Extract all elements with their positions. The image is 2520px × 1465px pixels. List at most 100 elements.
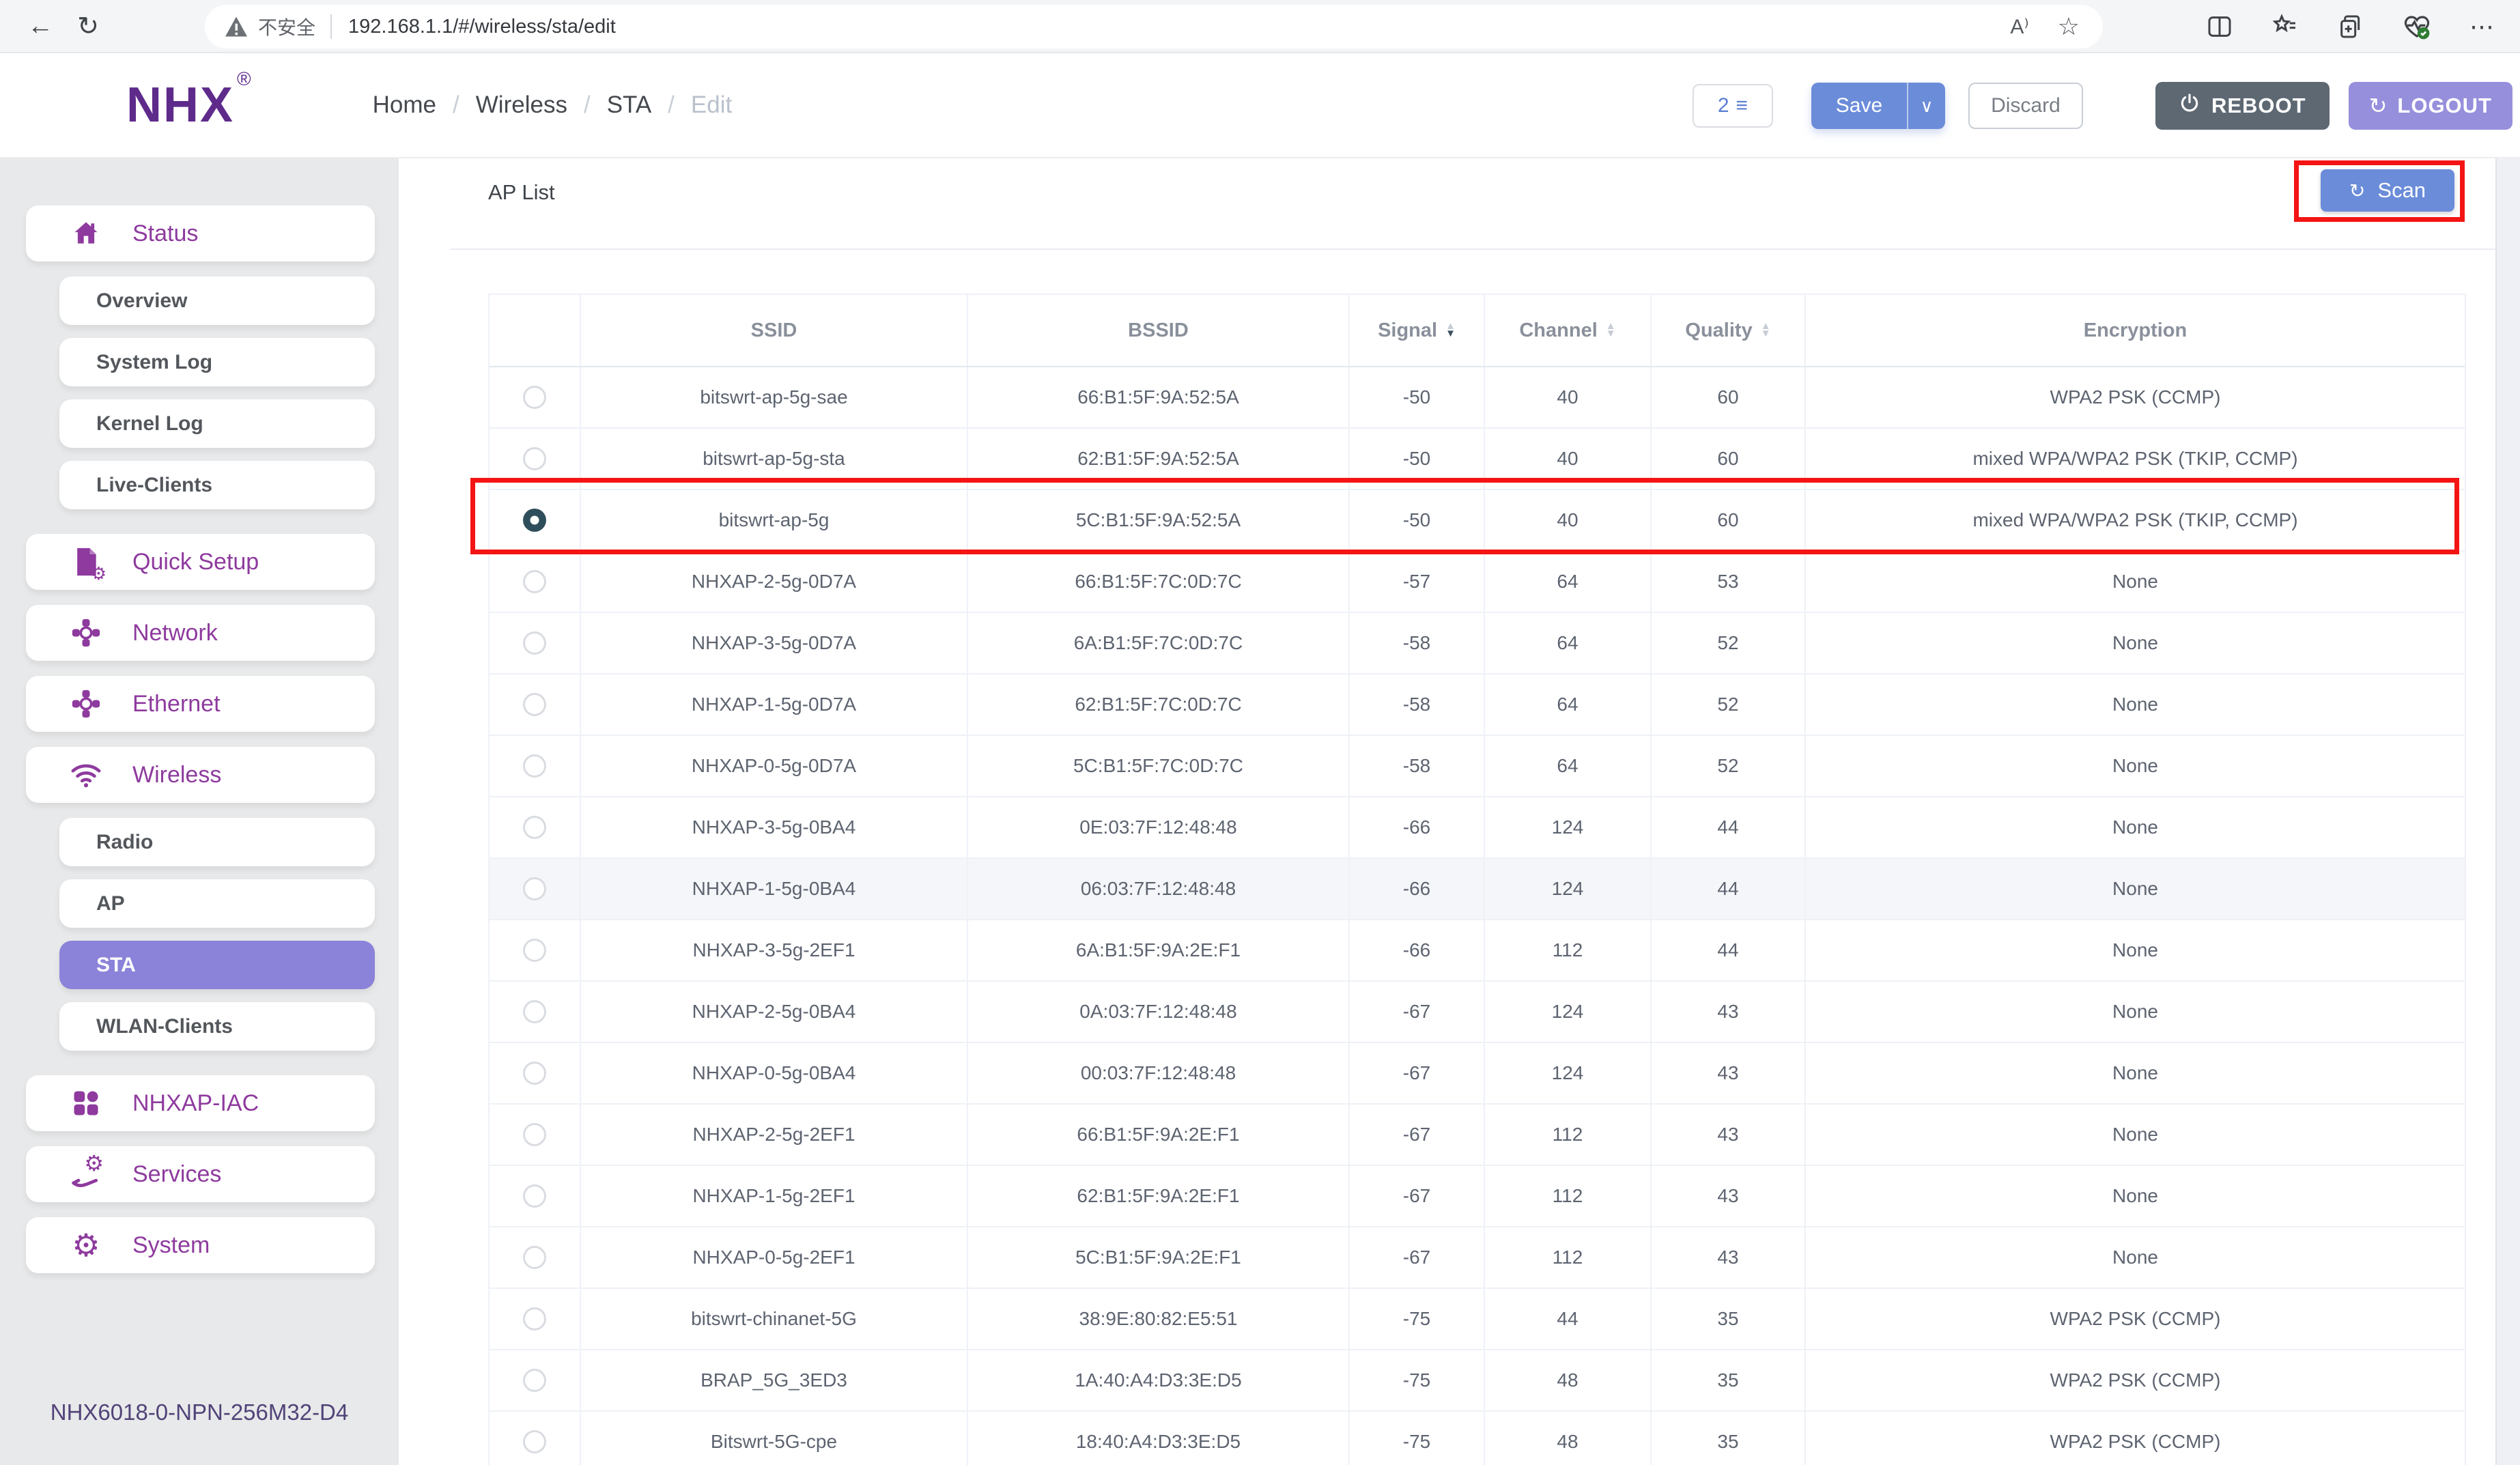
table-row[interactable]: NHXAP-2-5g-0BA4 0A:03:7F:12:48:48 -67 12… xyxy=(490,982,2465,1043)
row-radio-cell[interactable] xyxy=(490,367,581,427)
scan-button[interactable]: ↻ Scan xyxy=(2321,169,2454,212)
radio-button[interactable] xyxy=(523,1184,546,1208)
row-radio-cell[interactable] xyxy=(490,1227,581,1288)
radio-button[interactable] xyxy=(523,509,546,532)
radio-button[interactable] xyxy=(523,877,546,900)
radio-button[interactable] xyxy=(523,447,546,470)
favorites-hub-icon[interactable] xyxy=(2271,13,2299,40)
sort-icons[interactable]: ▲▼ xyxy=(1445,323,1456,338)
sidebar-item-ap[interactable]: AP xyxy=(59,879,375,928)
radio-button[interactable] xyxy=(523,1430,546,1453)
row-radio-cell[interactable] xyxy=(490,1105,581,1165)
row-radio-cell[interactable] xyxy=(490,552,581,612)
sidebar-item-nhxap-iac[interactable]: NHXAP-IAC xyxy=(26,1075,375,1131)
radio-button[interactable] xyxy=(523,1307,546,1331)
radio-button[interactable] xyxy=(523,1369,546,1392)
table-row[interactable]: NHXAP-2-5g-2EF1 66:B1:5F:9A:2E:F1 -67 11… xyxy=(490,1105,2465,1166)
logout-button[interactable]: ↻ LOGOUT xyxy=(2349,82,2512,130)
table-row[interactable]: bitswrt-ap-5g-sta 62:B1:5F:9A:52:5A -50 … xyxy=(490,429,2465,490)
nhx-logo[interactable]: NHX® xyxy=(126,77,250,133)
breadcrumb-sta[interactable]: STA xyxy=(607,91,651,119)
sidebar-item-live-clients[interactable]: Live-Clients xyxy=(59,461,375,509)
pending-changes-button[interactable]: 2 ≡ xyxy=(1693,84,1773,128)
radio-button[interactable] xyxy=(523,386,546,409)
address-bar[interactable]: 不安全 192.168.1.1/#/wireless/sta/edit A⁾ ☆ xyxy=(205,5,2103,48)
sidebar-item-system-log[interactable]: System Log xyxy=(59,338,375,386)
sidebar-item-quick-setup[interactable]: ⚙ Quick Setup xyxy=(26,534,375,590)
radio-button[interactable] xyxy=(523,1000,546,1023)
table-row[interactable]: NHXAP-3-5g-0D7A 6A:B1:5F:7C:0D:7C -58 64… xyxy=(490,613,2465,674)
row-radio-cell[interactable] xyxy=(490,674,581,735)
row-radio-cell[interactable] xyxy=(490,429,581,489)
row-radio-cell[interactable] xyxy=(490,490,581,550)
row-radio-cell[interactable] xyxy=(490,736,581,796)
reboot-button[interactable]: REBOOT xyxy=(2155,82,2330,130)
table-row[interactable]: NHXAP-1-5g-0D7A 62:B1:5F:7C:0D:7C -58 64… xyxy=(490,674,2465,736)
row-radio-cell[interactable] xyxy=(490,613,581,673)
row-radio-cell[interactable] xyxy=(490,797,581,857)
sort-icons[interactable]: ▲▼ xyxy=(1606,323,1616,338)
collections-add-icon[interactable] xyxy=(2337,13,2364,40)
table-row[interactable]: NHXAP-0-5g-2EF1 5C:B1:5F:9A:2E:F1 -67 11… xyxy=(490,1227,2465,1289)
radio-button[interactable] xyxy=(523,1246,546,1269)
row-radio-cell[interactable] xyxy=(490,1166,581,1226)
header-quality[interactable]: Quality ▲▼ xyxy=(1652,295,1806,366)
row-radio-cell[interactable] xyxy=(490,1043,581,1103)
table-row[interactable]: bitswrt-ap-5g 5C:B1:5F:9A:52:5A -50 40 6… xyxy=(490,490,2465,552)
favorite-star-icon[interactable]: ☆ xyxy=(2058,12,2080,41)
radio-button[interactable] xyxy=(523,939,546,962)
radio-button[interactable] xyxy=(523,570,546,593)
read-aloud-icon[interactable]: A⁾ xyxy=(2010,15,2028,39)
table-row[interactable]: Bitswrt-5G-cpe 18:40:A4:D3:3E:D5 -75 48 … xyxy=(490,1412,2465,1465)
more-options-icon[interactable]: ⋯ xyxy=(2469,12,2494,41)
split-screen-icon[interactable] xyxy=(2206,13,2233,40)
breadcrumb-wireless[interactable]: Wireless xyxy=(476,91,567,119)
row-radio-cell[interactable] xyxy=(490,920,581,980)
radio-button[interactable] xyxy=(523,1062,546,1085)
sidebar-item-kernel-log[interactable]: Kernel Log xyxy=(59,399,375,448)
header-channel[interactable]: Channel ▲▼ xyxy=(1485,295,1652,366)
radio-button[interactable] xyxy=(523,754,546,778)
table-row[interactable]: NHXAP-3-5g-0BA4 0E:03:7F:12:48:48 -66 12… xyxy=(490,797,2465,859)
sort-icons[interactable]: ▲▼ xyxy=(1761,323,1771,338)
sidebar-item-status[interactable]: Status xyxy=(26,205,375,261)
table-row[interactable]: NHXAP-2-5g-0D7A 66:B1:5F:7C:0D:7C -57 64… xyxy=(490,552,2465,613)
back-icon[interactable]: ← xyxy=(16,12,64,41)
row-radio-cell[interactable] xyxy=(490,859,581,919)
radio-button[interactable] xyxy=(523,693,546,716)
radio-button[interactable] xyxy=(523,816,546,839)
row-radio-cell[interactable] xyxy=(490,1412,581,1465)
table-row[interactable]: bitswrt-ap-5g-sae 66:B1:5F:9A:52:5A -50 … xyxy=(490,367,2465,429)
browser-essentials-icon[interactable] xyxy=(2403,12,2431,41)
refresh-icon[interactable]: ↻ xyxy=(64,11,112,42)
table-row[interactable]: bitswrt-chinanet-5G 38:9E:80:82:E5:51 -7… xyxy=(490,1289,2465,1350)
sidebar-item-radio[interactable]: Radio xyxy=(59,818,375,866)
scrollbar-track[interactable] xyxy=(2495,158,2520,1465)
table-row[interactable]: NHXAP-0-5g-0D7A 5C:B1:5F:7C:0D:7C -58 64… xyxy=(490,736,2465,797)
sidebar-item-services[interactable]: ⚙ Services xyxy=(26,1146,375,1202)
save-dropdown-button[interactable]: ∨ xyxy=(1907,83,1945,129)
table-row[interactable]: NHXAP-0-5g-0BA4 00:03:7F:12:48:48 -67 12… xyxy=(490,1043,2465,1105)
radio-button[interactable] xyxy=(523,1123,546,1146)
row-radio-cell[interactable] xyxy=(490,982,581,1042)
not-secure-label[interactable]: 不安全 xyxy=(258,13,315,40)
save-button[interactable]: Save xyxy=(1811,83,1907,129)
radio-button[interactable] xyxy=(523,631,546,655)
discard-button[interactable]: Discard xyxy=(1968,83,2083,129)
header-signal[interactable]: Signal ▲▼ xyxy=(1350,295,1485,366)
table-row[interactable]: NHXAP-1-5g-2EF1 62:B1:5F:9A:2E:F1 -67 11… xyxy=(490,1166,2465,1227)
breadcrumb-home[interactable]: Home xyxy=(373,91,436,119)
table-row[interactable]: BRAP_5G_3ED3 1A:40:A4:D3:3E:D5 -75 48 35… xyxy=(490,1350,2465,1412)
row-radio-cell[interactable] xyxy=(490,1350,581,1410)
sidebar-item-system[interactable]: ⚙ System xyxy=(26,1217,375,1273)
row-radio-cell[interactable] xyxy=(490,1289,581,1349)
table-row[interactable]: NHXAP-1-5g-0BA4 06:03:7F:12:48:48 -66 12… xyxy=(490,859,2465,920)
sidebar-item-wireless[interactable]: Wireless xyxy=(26,747,375,803)
table-row[interactable]: NHXAP-3-5g-2EF1 6A:B1:5F:9A:2E:F1 -66 11… xyxy=(490,920,2465,982)
url-text[interactable]: 192.168.1.1/#/wireless/sta/edit xyxy=(348,16,2010,38)
sidebar-item-wlan-clients[interactable]: WLAN-Clients xyxy=(59,1002,375,1051)
sidebar-item-network[interactable]: Network xyxy=(26,605,375,661)
sidebar-item-sta[interactable]: STA xyxy=(59,941,375,989)
sidebar-item-overview[interactable]: Overview xyxy=(59,276,375,325)
sidebar-item-ethernet[interactable]: Ethernet xyxy=(26,676,375,732)
